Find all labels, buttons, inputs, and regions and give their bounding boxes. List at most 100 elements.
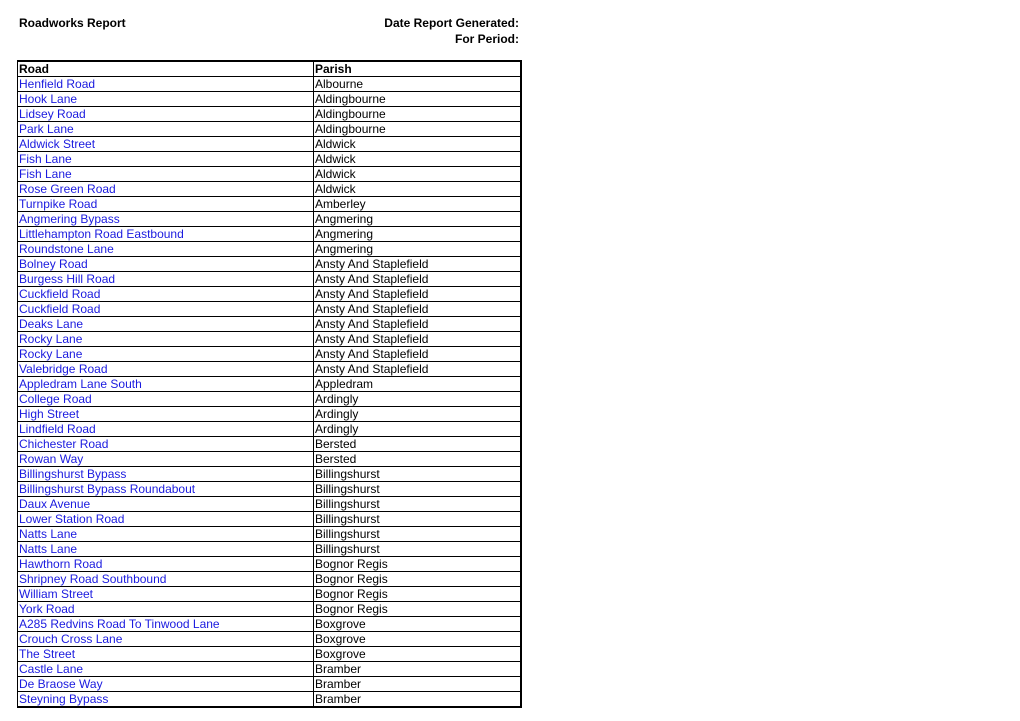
table-row: Cuckfield Road Ansty And Staplefield [17,301,522,317]
road-cell: De Braose Way [17,676,314,692]
road-cell: Shripney Road Southbound [17,571,314,587]
road-link[interactable]: William Street [19,587,93,601]
road-link[interactable]: Aldwick Street [19,137,95,151]
table-row: Bolney Road Ansty And Staplefield [17,256,522,272]
road-link[interactable]: Lidsey Road [19,107,86,121]
road-cell: Cuckfield Road [17,286,314,302]
parish-cell: Aldwick [313,151,522,167]
road-link[interactable]: York Road [19,602,75,616]
parish-cell: Billingshurst [313,541,522,557]
parish-cell: Angmering [313,226,522,242]
road-link[interactable]: Lower Station Road [19,512,124,526]
road-link[interactable]: Bolney Road [19,257,88,271]
road-link[interactable]: De Braose Way [19,677,103,691]
road-link[interactable]: Steyning Bypass [19,692,108,706]
road-link[interactable]: Daux Avenue [19,497,90,511]
table-row: Lower Station Road Billingshurst [17,511,522,527]
road-cell: Natts Lane [17,526,314,542]
table-row: Fish Lane Aldwick [17,166,522,182]
table-row: Steyning Bypass Bramber [17,691,522,708]
road-link[interactable]: Cuckfield Road [19,287,100,301]
road-link[interactable]: Roundstone Lane [19,242,114,256]
table-row: A285 Redvins Road To Tinwood Lane Boxgrov… [17,616,522,632]
road-link[interactable]: Valebridge Road [19,362,108,376]
road-link[interactable]: College Road [19,392,92,406]
table-row: Appledram Lane South Appledram [17,376,522,392]
road-link[interactable]: Rose Green Road [19,182,116,196]
table-row: Henfield Road Albourne [17,76,522,92]
road-link[interactable]: Natts Lane [19,527,77,541]
table-row: Fish Lane Aldwick [17,151,522,167]
road-link[interactable]: Fish Lane [19,167,72,181]
parish-cell: Aldwick [313,181,522,197]
report-title: Roadworks Report [19,16,126,30]
road-link[interactable]: Turnpike Road [19,197,97,211]
road-link[interactable]: A285 Redvins Road To Tinwood Lane [19,617,220,631]
road-link[interactable]: Henfield Road [19,77,95,91]
table-row: Littlehampton Road Eastbound Angmering [17,226,522,242]
road-cell: Valebridge Road [17,361,314,377]
road-link[interactable]: Park Lane [19,122,74,136]
road-link[interactable]: Burgess Hill Road [19,272,115,286]
parish-cell: Billingshurst [313,526,522,542]
table-row: Natts Lane Billingshurst [17,541,522,557]
road-cell: Crouch Cross Lane [17,631,314,647]
road-cell: College Road [17,391,314,407]
table-row: Park Lane Aldingbourne [17,121,522,137]
road-link[interactable]: Billingshurst Bypass [19,467,126,481]
table-row: Billingshurst Bypass Roundabout Billingsh… [17,481,522,497]
table-row: Aldwick Street Aldwick [17,136,522,152]
parish-cell: Boxgrove [313,631,522,647]
road-link[interactable]: Chichester Road [19,437,108,451]
parish-cell: Bramber [313,676,522,692]
road-cell: Natts Lane [17,541,314,557]
road-link[interactable]: Appledram Lane South [19,377,142,391]
road-link[interactable]: Rowan Way [19,452,83,466]
road-link[interactable]: Crouch Cross Lane [19,632,122,646]
table-row: Lidsey Road Aldingbourne [17,106,522,122]
parish-cell: Bognor Regis [313,601,522,617]
road-link[interactable]: The Street [19,647,75,661]
table-row: Deaks Lane Ansty And Staplefield [17,316,522,332]
road-link[interactable]: Billingshurst Bypass Roundabout [19,482,195,496]
road-cell: Lindfield Road [17,421,314,437]
table-row: Angmering Bypass Angmering [17,211,522,227]
parish-cell: Boxgrove [313,646,522,662]
road-link[interactable]: Lindfield Road [19,422,96,436]
table-row: College Road Ardingly [17,391,522,407]
road-link[interactable]: Littlehampton Road Eastbound [19,227,184,241]
road-link[interactable]: Castle Lane [19,662,83,676]
road-cell: Rose Green Road [17,181,314,197]
road-link[interactable]: Cuckfield Road [19,302,100,316]
parish-cell: Bersted [313,436,522,452]
road-link[interactable]: High Street [19,407,79,421]
road-link[interactable]: Deaks Lane [19,317,83,331]
parish-cell: Bramber [313,691,522,708]
road-link[interactable]: Fish Lane [19,152,72,166]
parish-cell: Amberley [313,196,522,212]
road-link[interactable]: Natts Lane [19,542,77,556]
road-cell: Burgess Hill Road [17,271,314,287]
parish-cell: Ansty And Staplefield [313,286,522,302]
road-link[interactable]: Shripney Road Southbound [19,572,166,586]
road-link[interactable]: Hawthorn Road [19,557,102,571]
road-link[interactable]: Angmering Bypass [19,212,120,226]
column-header-road: Road [17,60,314,77]
road-cell: York Road [17,601,314,617]
road-cell: Hawthorn Road [17,556,314,572]
road-link[interactable]: Rocky Lane [19,347,82,361]
parish-cell: Aldwick [313,166,522,182]
table-row: Burgess Hill Road Ansty And Staplefield [17,271,522,287]
parish-cell: Ansty And Staplefield [313,271,522,287]
roadworks-table: Road Parish Henfield Road Albourne Hook La… [17,60,522,708]
table-header-row: Road Parish [17,60,522,77]
table-row: Rose Green Road Aldwick [17,181,522,197]
road-cell: Steyning Bypass [17,691,314,708]
road-cell: Billingshurst Bypass [17,466,314,482]
road-link[interactable]: Hook Lane [19,92,77,106]
road-link[interactable]: Rocky Lane [19,332,82,346]
parish-cell: Billingshurst [313,496,522,512]
table-row: Turnpike Road Amberley [17,196,522,212]
table-row: The Street Boxgrove [17,646,522,662]
road-cell: Billingshurst Bypass Roundabout [17,481,314,497]
